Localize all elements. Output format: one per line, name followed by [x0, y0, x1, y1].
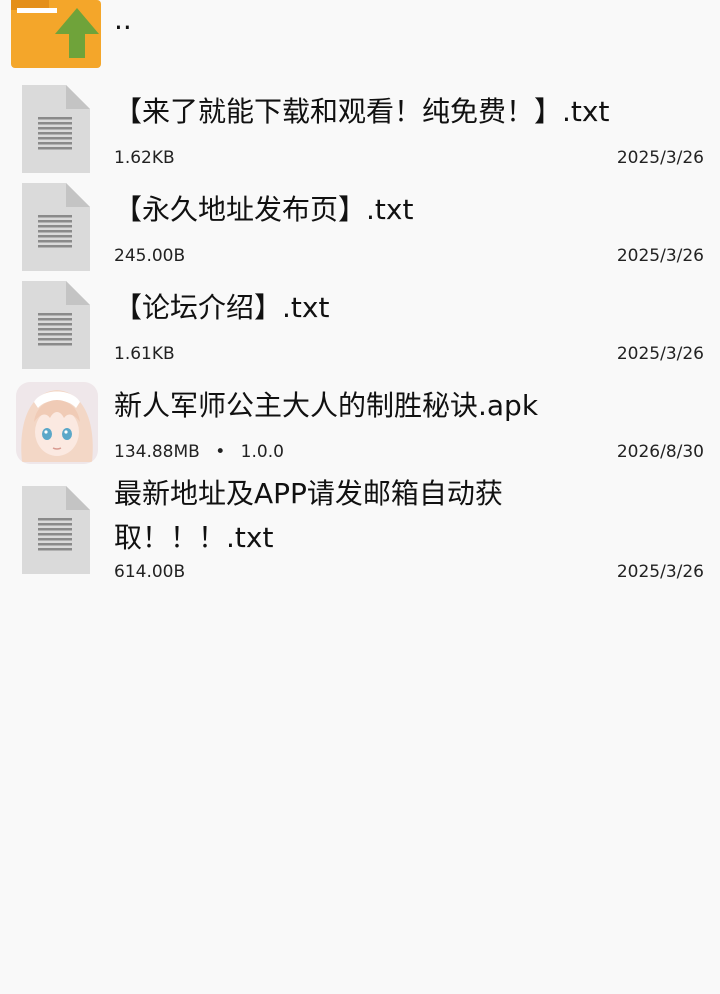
parent-directory-row[interactable]: ..: [0, 0, 720, 76]
file-version: 1.0.0: [240, 442, 284, 462]
file-size: 134.88MB: [114, 442, 200, 462]
file-name: 新人军师公主大人的制胜秘诀.apk: [114, 389, 539, 422]
app-icon: [16, 382, 98, 464]
file-name: 【论坛介绍】.txt: [114, 291, 330, 324]
meta-separator: •: [215, 442, 226, 462]
file-date: 2025/3/26: [616, 148, 704, 168]
text-file-icon: [22, 281, 90, 369]
text-file-icon: [22, 486, 90, 574]
file-date: 2025/3/26: [616, 246, 704, 266]
folder-up-icon: [11, 0, 101, 68]
file-size: 245.00B: [114, 246, 186, 266]
file-date: 2025/3/26: [616, 344, 704, 364]
file-name: 最新地址及APP请发邮箱自动获取！！！.txt: [114, 477, 503, 554]
file-row[interactable]: 最新地址及APP请发邮箱自动获取！！！.txt 614.00B 2025/3/2…: [0, 472, 720, 588]
file-size: 614.00B: [114, 562, 186, 582]
file-row[interactable]: 新人军师公主大人的制胜秘诀.apk 134.88MB • 1.0.0 2026/…: [0, 374, 720, 470]
file-row[interactable]: 【永久地址发布页】.txt 245.00B 2025/3/26: [0, 178, 720, 274]
text-file-icon: [22, 85, 90, 173]
file-date: 2026/8/30: [616, 442, 704, 462]
file-list: .. 【来了就能下载和观看！纯免费！】.txt 1.62KB 2025/3/26: [0, 0, 720, 994]
file-size: 1.61KB: [114, 344, 175, 364]
file-size: 1.62KB: [114, 148, 175, 168]
parent-directory-label: ..: [114, 3, 132, 36]
file-name: 【来了就能下载和观看！纯免费！】.txt: [114, 95, 610, 128]
file-name: 【永久地址发布页】.txt: [114, 193, 414, 226]
file-date: 2025/3/26: [616, 562, 704, 582]
file-row[interactable]: 【来了就能下载和观看！纯免费！】.txt 1.62KB 2025/3/26: [0, 80, 720, 176]
text-file-icon: [22, 183, 90, 271]
file-row[interactable]: 【论坛介绍】.txt 1.61KB 2025/3/26: [0, 276, 720, 372]
file-meta: 134.88MB • 1.0.0: [114, 441, 284, 463]
